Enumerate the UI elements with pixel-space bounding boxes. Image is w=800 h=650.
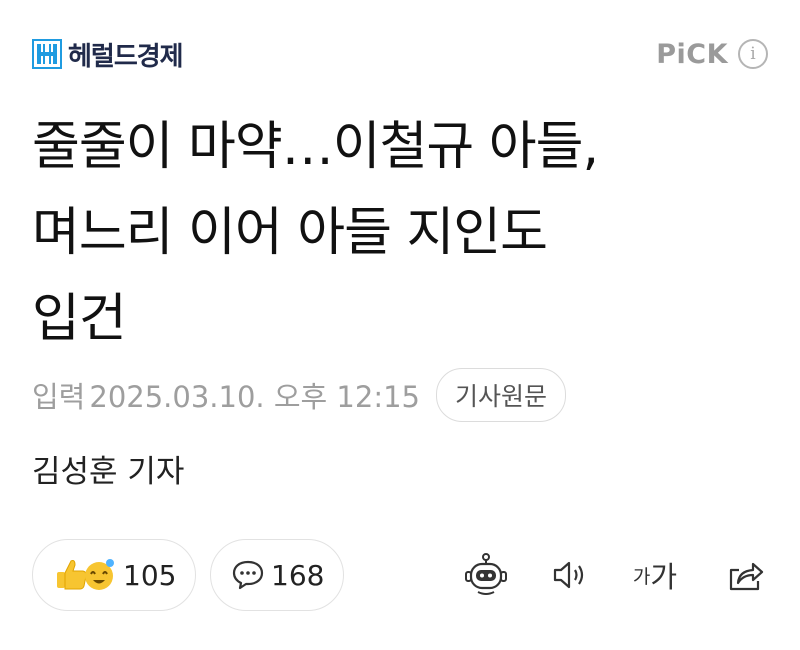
reaction-button[interactable]: 105 [32, 539, 196, 611]
speaker-icon [553, 561, 584, 589]
share-icon [729, 562, 764, 591]
press-name: 헤럴드경제 [68, 41, 184, 72]
headline-line: 입건 [32, 289, 127, 349]
press-logo[interactable]: 헤럴드경제 [32, 36, 184, 72]
herald-logo-icon [32, 39, 62, 69]
comment-count: 168 [271, 558, 325, 592]
reporter-name[interactable]: 김성훈 기자 [32, 446, 184, 491]
article-header: 헤럴드경제 PiCK i [32, 36, 768, 72]
headline-line: 줄줄이 마약…이철규 아들, [32, 117, 599, 177]
article-meta: 입력 2025.03.10. 오후 12:15 기사원문 [32, 368, 567, 422]
pick-label: PiCK [656, 38, 728, 70]
info-icon[interactable]: i [738, 39, 768, 69]
font-size-small-label: 가 [632, 565, 651, 588]
text-to-speech-button[interactable] [546, 550, 596, 600]
thumbs-up-emoji-icon [57, 559, 114, 590]
published-label: 입력 [32, 380, 86, 414]
pick-badge: PiCK i [656, 36, 768, 72]
published-date: 2025.03.10. 오후 12:15 [89, 380, 421, 414]
article-headline: 줄줄이 마약…이철규 아들, 며느리 이어 아들 지인도 입건 [32, 104, 772, 362]
font-size-button[interactable]: 가가 [628, 550, 682, 600]
summary-bot-button[interactable] [458, 550, 514, 600]
headline-line: 며느리 이어 아들 지인도 [32, 203, 548, 263]
original-article-button[interactable]: 기사원문 [436, 368, 567, 422]
reaction-count: 105 [123, 558, 177, 592]
share-button[interactable] [722, 550, 768, 600]
comment-button[interactable]: 168 [210, 539, 344, 611]
speech-bubble-icon [232, 560, 264, 590]
robot-summary-icon [465, 553, 507, 595]
font-size-large-label: 가 [650, 560, 678, 594]
